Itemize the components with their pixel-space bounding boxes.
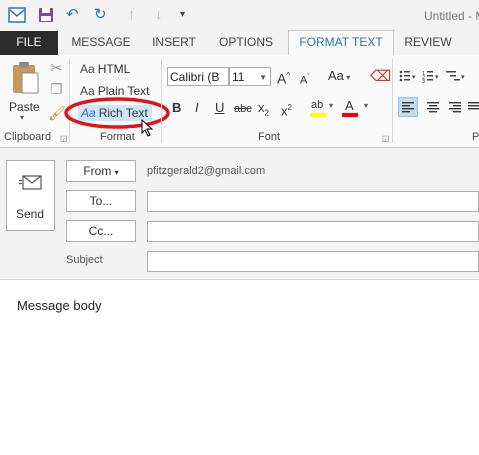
underline-button[interactable]: U [215, 100, 224, 116]
grow-font-button[interactable]: A^ [277, 68, 290, 87]
to-button[interactable]: To... [66, 190, 136, 212]
mouse-cursor-icon [141, 119, 154, 137]
send-envelope-icon [19, 175, 42, 190]
outlook-icon [8, 7, 26, 23]
clipboard-launcher-icon[interactable]: ◲ [60, 134, 68, 143]
cc-button[interactable]: Cc... [66, 220, 136, 242]
highlight-button[interactable]: ab [311, 97, 323, 113]
cut-icon[interactable]: ✂ [50, 59, 63, 77]
from-address: pfitzgerald2@gmail.com [147, 165, 266, 177]
message-body[interactable]: Message body [0, 279, 479, 455]
list-buttons[interactable]: ▾ 1 2 3 ▾ ▾ [398, 68, 479, 84]
svg-text:▾: ▾ [461, 73, 465, 81]
cc-field[interactable] [147, 221, 479, 242]
tab-message[interactable]: MESSAGE [64, 31, 138, 55]
font-size-combo[interactable]: 11 ▼ [229, 67, 271, 86]
send-label: Send [16, 207, 45, 221]
align-left-icon [402, 102, 414, 113]
bold-button[interactable]: B [172, 100, 181, 116]
message-header: Send From ▾ pfitzgerald2@gmail.com To...… [0, 148, 479, 278]
from-button[interactable]: From ▾ [66, 160, 136, 182]
chevron-down-icon: ▼ [259, 73, 267, 82]
svg-text:▾: ▾ [412, 73, 416, 81]
align-center-icon[interactable] [424, 98, 442, 116]
subject-label: Subject [66, 254, 103, 266]
tab-file[interactable]: FILE [0, 31, 58, 55]
font-launcher-icon[interactable]: ◲ [382, 134, 390, 143]
clear-formatting-icon[interactable]: ⌫ [370, 67, 391, 85]
redo-icon[interactable]: ↻ [94, 5, 107, 25]
paste-button[interactable]: Paste ▾ [6, 59, 44, 122]
to-field[interactable] [147, 191, 479, 212]
title-bar: ↶ ↻ ↑ ↓ ▾ Untitled - M [0, 0, 479, 31]
paragraph-group-label: P [472, 131, 479, 143]
font-color-button[interactable]: A [345, 98, 354, 114]
chevron-down-icon: ▾ [20, 113, 25, 122]
svg-text:▾: ▾ [435, 73, 439, 81]
save-icon[interactable] [38, 7, 54, 23]
copy-icon[interactable]: ❐ [50, 81, 63, 98]
subject-field[interactable] [147, 251, 479, 272]
paste-label: Paste [9, 100, 40, 114]
up-arrow-icon[interactable]: ↑ [128, 5, 136, 25]
ribbon: Paste ▾ ✂ ❐ 🖌 Clipboard ◲ Aa HTML Aa Plain… [0, 55, 479, 148]
down-arrow-icon[interactable]: ↓ [155, 5, 163, 25]
font-name-combo[interactable]: Calibri (B [167, 67, 229, 86]
ribbon-tabs: FILE MESSAGE INSERT OPTIONS FORMAT TEXT … [0, 30, 479, 57]
clipboard-group-label: Clipboard [4, 131, 52, 143]
align-left-button[interactable] [398, 97, 418, 117]
divider [161, 59, 162, 143]
divider [392, 59, 393, 143]
chevron-down-icon[interactable]: ▾ [329, 101, 333, 110]
shrink-font-button[interactable]: Aˇ [300, 70, 310, 89]
html-format-button[interactable]: Aa HTML [80, 61, 130, 77]
message-body-text: Message body [17, 298, 102, 313]
subscript-button[interactable]: x2 [258, 100, 269, 122]
strikethrough-button[interactable]: abc [234, 101, 252, 117]
tab-insert[interactable]: INSERT [146, 31, 202, 55]
clipboard-icon [13, 62, 39, 94]
format-group-label: Format [100, 131, 135, 143]
superscript-button[interactable]: x2 [281, 100, 292, 119]
justify-icon[interactable] [467, 98, 479, 116]
tab-options[interactable]: OPTIONS [210, 31, 282, 55]
font-group-label: Font [258, 131, 281, 143]
send-button[interactable]: Send [6, 160, 55, 231]
highlight-color-swatch [310, 113, 326, 117]
font-color-swatch [342, 113, 358, 117]
change-case-button[interactable]: Aa ▾ [328, 68, 350, 86]
tab-format-text[interactable]: FORMAT TEXT [288, 30, 394, 57]
svg-text:3: 3 [422, 79, 425, 84]
tab-review[interactable]: REVIEW [398, 31, 458, 55]
italic-button[interactable]: I [195, 100, 199, 116]
align-right-icon[interactable] [446, 98, 464, 116]
window-title: Untitled - M [424, 9, 479, 23]
undo-icon[interactable]: ↶ [66, 5, 79, 25]
highlight-ring [64, 97, 170, 129]
customize-icon[interactable]: ▾ [180, 5, 185, 25]
chevron-down-icon[interactable]: ▾ [364, 101, 368, 110]
